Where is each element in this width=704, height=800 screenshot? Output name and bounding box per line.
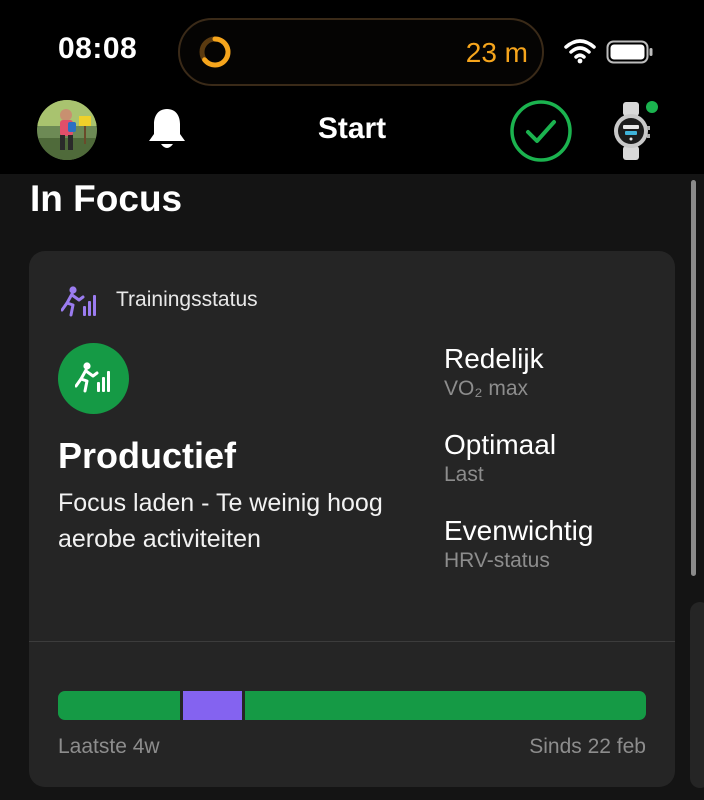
- training-status-card[interactable]: Trainingsstatus Productief Focus laden -…: [29, 251, 675, 787]
- productive-status-icon: [75, 362, 110, 393]
- card-divider: [29, 641, 675, 642]
- metric-label: Last: [444, 463, 484, 486]
- metric-vo2max: Redelijk VO₂ max: [444, 343, 544, 403]
- bell-icon[interactable]: [146, 106, 188, 152]
- metric-label: HRV-status: [444, 549, 550, 572]
- timeline-segment: [244, 691, 646, 720]
- next-card-edge[interactable]: [690, 602, 704, 788]
- watch-icon[interactable]: [605, 100, 661, 162]
- metric-load: Optimaal Last: [444, 429, 556, 489]
- status-title: Productief: [58, 435, 237, 476]
- activity-value: 23 m: [465, 37, 528, 68]
- activity-ring-icon: [199, 36, 231, 68]
- avatar[interactable]: [37, 100, 97, 160]
- metric-hrv: Evenwichtig HRV-status: [444, 515, 593, 575]
- live-activity-pill[interactable]: 23 m: [178, 18, 544, 86]
- status-circle: [58, 343, 129, 414]
- timeline-segment: [58, 691, 180, 720]
- status-time: 08:08: [58, 32, 138, 65]
- status-timeline-bar: [58, 691, 646, 720]
- wifi-icon: [564, 39, 596, 64]
- app-screen: 08:08 23 m Start In Focus Trainingsstatu…: [0, 0, 704, 800]
- metric-value: Evenwichtig: [444, 515, 594, 546]
- card-header-label: Trainingsstatus: [116, 288, 258, 311]
- timeline-end-label: Sinds 22 feb: [529, 735, 646, 758]
- content-area[interactable]: In Focus Trainingsstatus Productief Focu…: [0, 174, 704, 800]
- timeline-start-label: Laatste 4w: [58, 735, 160, 758]
- status-description: Focus laden - Te weinig hoog aerobe acti…: [58, 489, 383, 553]
- metric-value: Redelijk: [444, 343, 544, 374]
- section-title: In Focus: [30, 178, 183, 219]
- battery-icon: [606, 40, 653, 64]
- scrollbar[interactable]: [691, 180, 696, 576]
- metric-label: VO₂ max: [444, 377, 528, 400]
- sync-check-icon[interactable]: [509, 99, 573, 163]
- page-title: Start: [317, 112, 387, 145]
- timeline-segment: [182, 691, 242, 720]
- nav-bar: Start: [0, 96, 704, 174]
- metric-value: Optimaal: [444, 429, 557, 460]
- training-status-icon: [61, 286, 96, 317]
- status-bar: 08:08 23 m: [0, 0, 704, 96]
